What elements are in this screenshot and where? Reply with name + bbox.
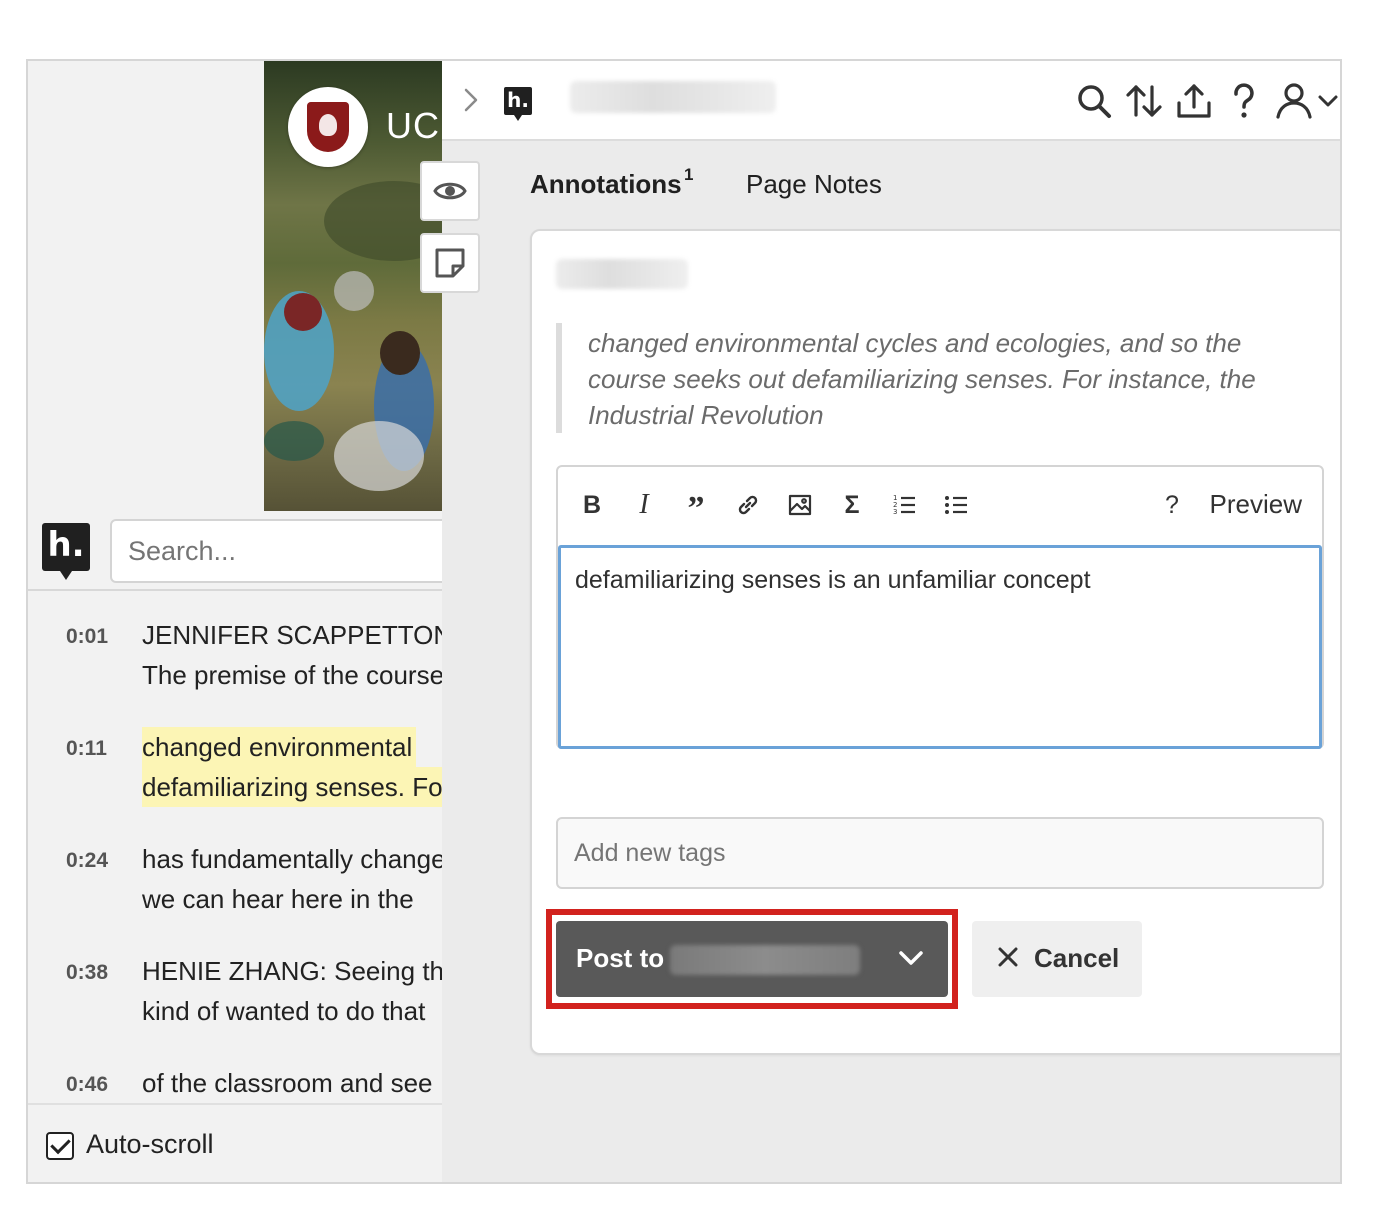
help-icon[interactable] — [1224, 81, 1264, 121]
group-name-redacted — [670, 945, 860, 975]
university-crest-logo — [288, 87, 368, 167]
video-title-overlay: UC — [386, 105, 440, 146]
svg-text:3: 3 — [893, 508, 897, 516]
transcript-line: changed environmental — [142, 727, 417, 767]
autoscroll-checkbox[interactable] — [46, 1132, 74, 1160]
transcript-timestamp[interactable]: 0:46 — [66, 1073, 108, 1097]
transcript-timestamp[interactable]: 0:24 — [66, 849, 108, 873]
quote-icon[interactable]: ” — [680, 490, 712, 527]
close-icon — [998, 947, 1018, 967]
post-button-label: Post to — [576, 943, 665, 973]
browser-frame: UC h. 0:01 JENNIFER SCAPPETTONE: The pre… — [26, 59, 1342, 1184]
transcript-line: defamiliarizing senses. For — [142, 767, 442, 807]
user-icon[interactable] — [1274, 81, 1314, 121]
annotation-quote: changed environmental cycles and ecologi… — [556, 323, 1296, 433]
transcript-search-bar: h. — [28, 511, 460, 591]
transcript-line: has fundamentally changed — [142, 844, 442, 874]
transcript-timestamp[interactable]: 0:38 — [66, 961, 108, 985]
transcript-line: kind of wanted to do that — [142, 996, 426, 1026]
annotation-sidebar: h. Annotations 1 Page Notes changed envi… — [420, 61, 1340, 1182]
tab-page-notes[interactable]: Page Notes — [746, 169, 882, 200]
sidebar-top-bar: h. — [442, 61, 1340, 141]
link-icon[interactable] — [732, 489, 764, 521]
video-player[interactable]: UC — [264, 61, 442, 511]
bold-icon[interactable]: B — [576, 489, 608, 521]
eye-icon — [433, 182, 467, 200]
transcript-timestamp[interactable]: 0:11 — [66, 737, 107, 761]
cancel-button[interactable]: Cancel — [972, 921, 1142, 997]
markdown-editor: B I ” Σ 123 ? Preview defamiliarizing se… — [556, 465, 1324, 749]
math-icon[interactable]: Σ — [836, 489, 868, 521]
annotation-text-input[interactable] — [558, 545, 1322, 749]
page-note-icon — [435, 248, 465, 278]
autoscroll-label[interactable]: Auto-scroll — [86, 1129, 214, 1160]
transcript-line: we can hear here in the — [142, 884, 414, 914]
transcript-line: HENIE ZHANG: Seeing the — [142, 956, 442, 986]
page-blank-area — [28, 61, 264, 511]
numbered-list-icon[interactable]: 123 — [888, 489, 920, 521]
autoscroll-bar: Auto-scroll — [28, 1103, 442, 1182]
preview-button[interactable]: Preview — [1210, 489, 1302, 520]
tags-input[interactable] — [556, 817, 1324, 889]
collapse-sidebar-button[interactable] — [442, 61, 500, 139]
chevron-down-icon[interactable] — [1316, 81, 1340, 121]
image-icon[interactable] — [784, 489, 816, 521]
group-name-redacted[interactable] — [570, 81, 776, 113]
new-page-note-button[interactable] — [420, 233, 480, 293]
hypothesis-logo: h. — [42, 523, 90, 580]
transcript-list: 0:01 JENNIFER SCAPPETTONE: The premise o… — [28, 593, 442, 1103]
transcript-line: JENNIFER SCAPPETTONE: — [142, 620, 442, 650]
transcript-timestamp[interactable]: 0:01 — [66, 625, 108, 649]
chevron-right-icon — [464, 88, 478, 112]
search-icon[interactable] — [1074, 81, 1114, 121]
transcript-search-input[interactable] — [110, 519, 460, 583]
post-button[interactable]: Post to — [556, 921, 948, 997]
cancel-button-label: Cancel — [1034, 943, 1120, 973]
chevron-down-icon[interactable] — [896, 943, 926, 973]
annotations-count-badge: 1 — [684, 165, 694, 184]
transcript-line: The premise of the course — [142, 660, 442, 690]
tab-annotations[interactable]: Annotations — [530, 169, 682, 200]
annotation-card: changed environmental cycles and ecologi… — [530, 229, 1340, 1055]
sort-icon[interactable] — [1124, 81, 1164, 121]
toggle-highlights-button[interactable] — [420, 161, 480, 221]
editor-toolbar: B I ” Σ 123 ? Preview — [558, 467, 1322, 545]
transcript-line: of the classroom and see — [142, 1068, 433, 1098]
share-icon[interactable] — [1174, 81, 1214, 121]
username-redacted — [556, 259, 688, 289]
help-icon[interactable]: ? — [1156, 489, 1188, 521]
bulleted-list-icon[interactable] — [940, 489, 972, 521]
hypothesis-logo[interactable]: h. — [504, 87, 532, 121]
italic-icon[interactable]: I — [628, 489, 660, 521]
